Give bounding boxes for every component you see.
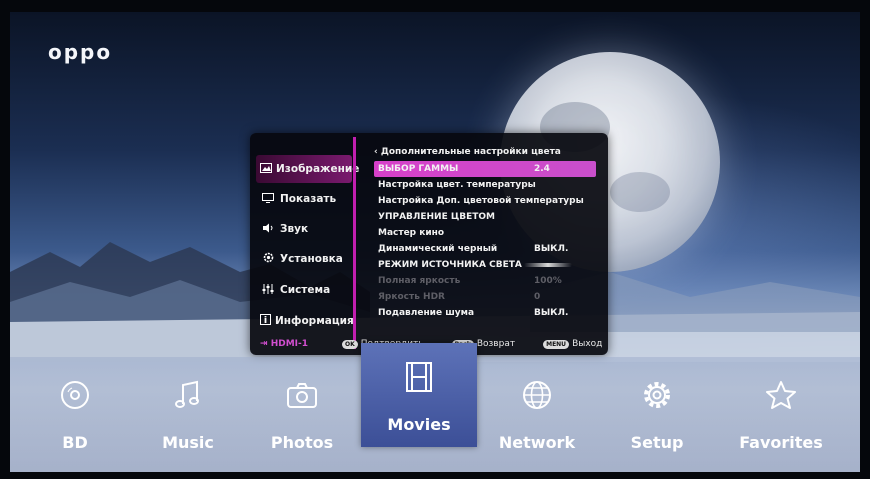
settings-list: ‹ Дополнительные настройки цвета ВЫБОР Г… — [374, 147, 596, 321]
gear-icon — [260, 252, 276, 266]
panel-divider — [353, 137, 356, 349]
settings-panel: Изображение Показать Звук Установка Сист… — [250, 133, 608, 355]
camera-icon — [247, 375, 357, 415]
sidebar-item-picture[interactable]: Изображение — [256, 155, 359, 183]
display-icon — [260, 192, 276, 206]
light-source-value — [524, 263, 572, 267]
sidebar-item-label: Изображение — [276, 163, 360, 175]
menu-item-photos[interactable]: Photos — [247, 375, 357, 465]
setting-row-gamma[interactable]: ВЫБОР ГАММЫ 2.4 — [374, 161, 596, 177]
globe-icon — [482, 375, 592, 415]
sidebar-item-display[interactable]: Показать — [256, 185, 352, 213]
menu-item-bd[interactable]: BD — [20, 375, 130, 465]
menu-item-music[interactable]: Music — [133, 375, 243, 465]
setting-row-full-brightness: Полная яркость 100% — [378, 276, 562, 286]
sidebar-item-label: Система — [280, 284, 331, 296]
sliders-icon — [260, 283, 276, 297]
speaker-icon — [260, 223, 276, 236]
back-chevron-icon: ‹ — [374, 147, 378, 157]
star-icon — [726, 375, 836, 415]
sidebar-item-label: Информация — [275, 315, 354, 327]
input-source: ⇥ HDMI-1 — [260, 339, 308, 349]
menu-item-favorites[interactable]: Favorites — [726, 375, 836, 465]
sidebar-item-setup[interactable]: Установка — [256, 245, 352, 273]
sidebar-item-sound[interactable]: Звук — [256, 215, 352, 243]
setting-row-light-source-mode[interactable]: РЕЖИМ ИСТОЧНИКА СВЕТА — [374, 257, 596, 273]
input-arrow-icon: ⇥ — [260, 339, 268, 349]
home-menu-bar: BD Music Photos Movies Network Setup Fav… — [10, 343, 860, 472]
menu-item-movies[interactable]: Movies — [361, 343, 477, 447]
footer-menu-hint: MENU Выход — [543, 339, 602, 349]
setting-row-cinema-master[interactable]: Мастер кино — [374, 225, 596, 241]
setting-row-noise-reduction[interactable]: Подавление шума ВЫКЛ. — [374, 305, 596, 321]
info-icon — [260, 314, 271, 328]
music-note-icon — [133, 375, 243, 415]
picture-icon — [260, 162, 272, 176]
sidebar-item-label: Установка — [280, 253, 343, 265]
menu-item-network[interactable]: Network — [482, 375, 592, 465]
sidebar-item-system[interactable]: Система — [256, 276, 352, 304]
setting-row-color-temp[interactable]: Настройка цвет. температуры — [374, 177, 596, 193]
sidebar-item-info[interactable]: Информация — [256, 307, 354, 335]
setting-row-adv-color-temp[interactable]: Настройка Доп. цветовой температуры — [374, 193, 596, 209]
film-icon — [361, 357, 477, 397]
menu-key-icon: MENU — [543, 339, 570, 349]
oppo-logo: oppo — [48, 40, 113, 64]
settings-sidebar: Изображение Показать Звук Установка Сист… — [250, 133, 359, 355]
breadcrumb[interactable]: ‹ Дополнительные настройки цвета — [374, 147, 596, 161]
setting-row-dynamic-black[interactable]: Динамический черный ВЫКЛ. — [374, 241, 596, 257]
setting-row-color-management[interactable]: УПРАВЛЕНИЕ ЦВЕТОМ — [374, 209, 596, 225]
gear-icon — [602, 375, 712, 415]
menu-item-setup[interactable]: Setup — [602, 375, 712, 465]
setting-row-hdr-brightness: Яркость HDR 0 — [378, 292, 541, 302]
sidebar-item-label: Звук — [280, 223, 309, 235]
tv-screen: oppo Изображение Показать Звук Установка… — [10, 12, 860, 472]
sidebar-item-label: Показать — [280, 193, 337, 205]
ok-key-icon: OK — [342, 339, 358, 349]
disc-icon — [20, 375, 130, 415]
